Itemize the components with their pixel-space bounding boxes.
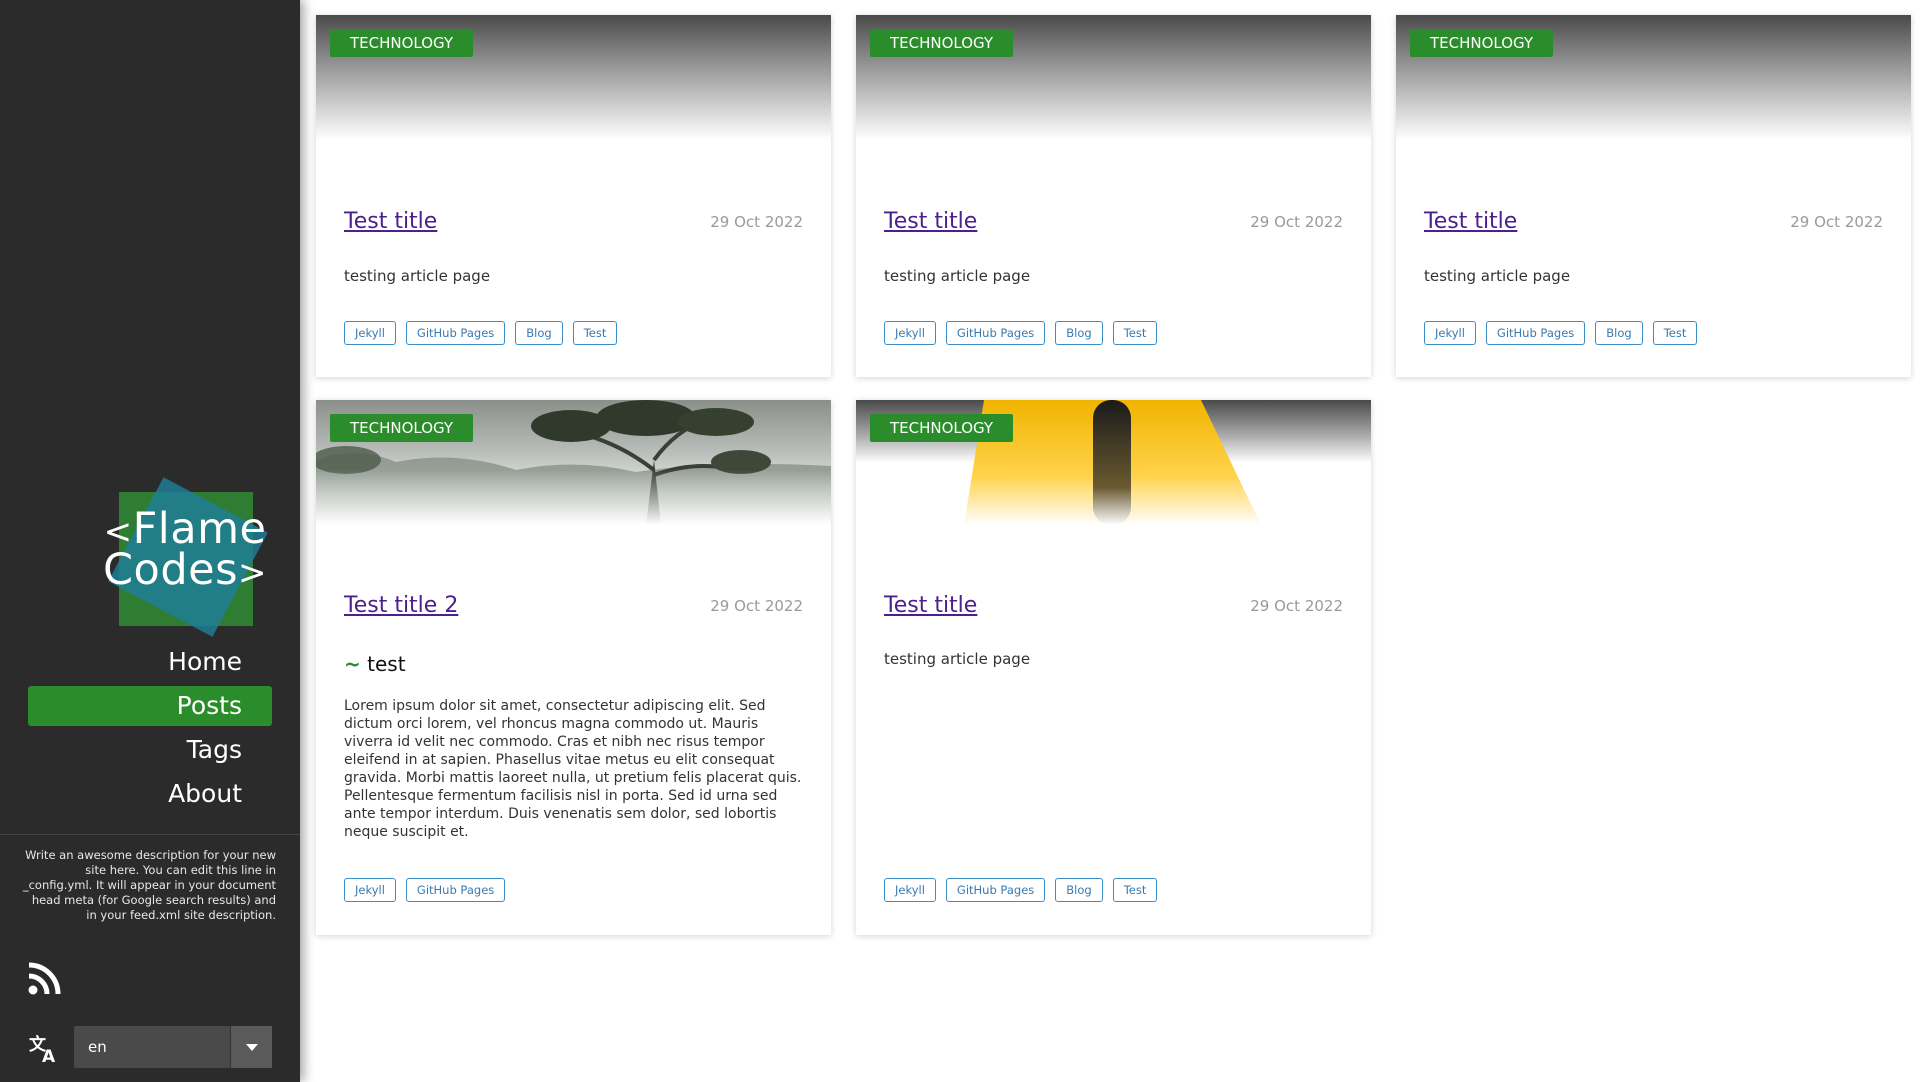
sidebar-divider: [0, 834, 300, 835]
logo-line2: Codes: [103, 545, 238, 595]
tag-github-pages[interactable]: GitHub Pages: [405, 321, 506, 345]
post-title[interactable]: Test title: [884, 209, 977, 234]
post-excerpt: testing article page: [1424, 267, 1571, 285]
tag-blog[interactable]: Blog: [1055, 878, 1103, 902]
tag-blog[interactable]: Blog: [1595, 321, 1643, 345]
post-card[interactable]: TECHNOLOGY Test title 29 Oct 2022 testin…: [856, 15, 1371, 377]
category-badge[interactable]: TECHNOLOGY: [870, 29, 1014, 57]
category-badge[interactable]: TECHNOLOGY: [330, 414, 474, 442]
subheading-text: test: [367, 652, 406, 676]
main-nav: Home Posts Tags About: [28, 642, 272, 818]
tag-jekyll[interactable]: Jekyll: [884, 321, 936, 345]
nav-posts[interactable]: Posts: [28, 686, 272, 726]
tag-list: Jekyll GitHub Pages Blog Test: [884, 321, 1158, 345]
post-title[interactable]: Test title: [884, 593, 977, 618]
post-date: 29 Oct 2022: [1250, 597, 1343, 615]
language-select-toggle[interactable]: [230, 1026, 272, 1068]
tag-github-pages[interactable]: GitHub Pages: [945, 878, 1046, 902]
tag-list: Jekyll GitHub Pages Blog Test: [1424, 321, 1698, 345]
post-card[interactable]: TECHNOLOGY Test title 29 Oct 2022 testin…: [316, 15, 831, 377]
post-card[interactable]: TECHNOLOGY Test title 29 Oct 2022 testin…: [856, 400, 1371, 935]
tag-jekyll[interactable]: Jekyll: [344, 321, 396, 345]
tag-github-pages[interactable]: GitHub Pages: [405, 878, 506, 902]
tag-blog[interactable]: Blog: [1055, 321, 1103, 345]
nav-tags[interactable]: Tags: [28, 730, 272, 770]
post-card[interactable]: TECHNOLOGY Test title 29 Oct 2022 testin…: [1396, 15, 1911, 377]
post-excerpt: testing article page: [344, 267, 491, 285]
tag-list: Jekyll GitHub Pages Blog Test: [884, 878, 1158, 902]
language-select-value: en: [88, 1038, 107, 1056]
tag-test[interactable]: Test: [1652, 321, 1698, 345]
tag-blog[interactable]: Blog: [515, 321, 563, 345]
translate-icon: 文 A: [28, 1032, 60, 1067]
category-badge[interactable]: TECHNOLOGY: [330, 29, 474, 57]
nav-home[interactable]: Home: [28, 642, 272, 682]
sidebar: <Flame Codes> Home Posts Tags About Writ…: [0, 0, 300, 1082]
tag-list: Jekyll GitHub Pages: [344, 878, 506, 902]
tag-test[interactable]: Test: [1112, 321, 1158, 345]
rss-icon[interactable]: [27, 962, 61, 996]
logo-text: <Flame Codes>: [95, 508, 275, 595]
logo-close-bracket: >: [238, 553, 267, 593]
post-date: 29 Oct 2022: [1250, 213, 1343, 231]
category-badge[interactable]: TECHNOLOGY: [870, 414, 1014, 442]
post-card[interactable]: TECHNOLOGY Test title 2 29 Oct 2022 ~ te…: [316, 400, 831, 935]
post-excerpt: testing article page: [884, 267, 1031, 285]
post-date: 29 Oct 2022: [710, 213, 803, 231]
tag-jekyll[interactable]: Jekyll: [884, 878, 936, 902]
category-badge[interactable]: TECHNOLOGY: [1410, 29, 1554, 57]
svg-text:A: A: [42, 1047, 56, 1064]
chevron-down-icon: [246, 1044, 258, 1051]
site-logo[interactable]: <Flame Codes>: [95, 477, 275, 637]
post-subheading: ~ test: [344, 652, 406, 676]
post-title[interactable]: Test title: [1424, 209, 1517, 234]
tag-jekyll[interactable]: Jekyll: [1424, 321, 1476, 345]
tilde-icon: ~: [344, 652, 361, 676]
tag-test[interactable]: Test: [572, 321, 618, 345]
site-description: Write an awesome description for your ne…: [22, 848, 276, 922]
tag-list: Jekyll GitHub Pages Blog Test: [344, 321, 618, 345]
language-select[interactable]: en: [74, 1026, 272, 1068]
post-excerpt: Lorem ipsum dolor sit amet, consectetur …: [344, 698, 802, 840]
post-date: 29 Oct 2022: [1790, 213, 1883, 231]
nav-about[interactable]: About: [28, 774, 272, 814]
tag-jekyll[interactable]: Jekyll: [344, 878, 396, 902]
tag-github-pages[interactable]: GitHub Pages: [1485, 321, 1586, 345]
tag-test[interactable]: Test: [1112, 878, 1158, 902]
post-date: 29 Oct 2022: [710, 597, 803, 615]
post-excerpt: testing article page: [884, 650, 1031, 668]
post-title[interactable]: Test title: [344, 209, 437, 234]
post-title[interactable]: Test title 2: [344, 593, 458, 618]
tag-github-pages[interactable]: GitHub Pages: [945, 321, 1046, 345]
